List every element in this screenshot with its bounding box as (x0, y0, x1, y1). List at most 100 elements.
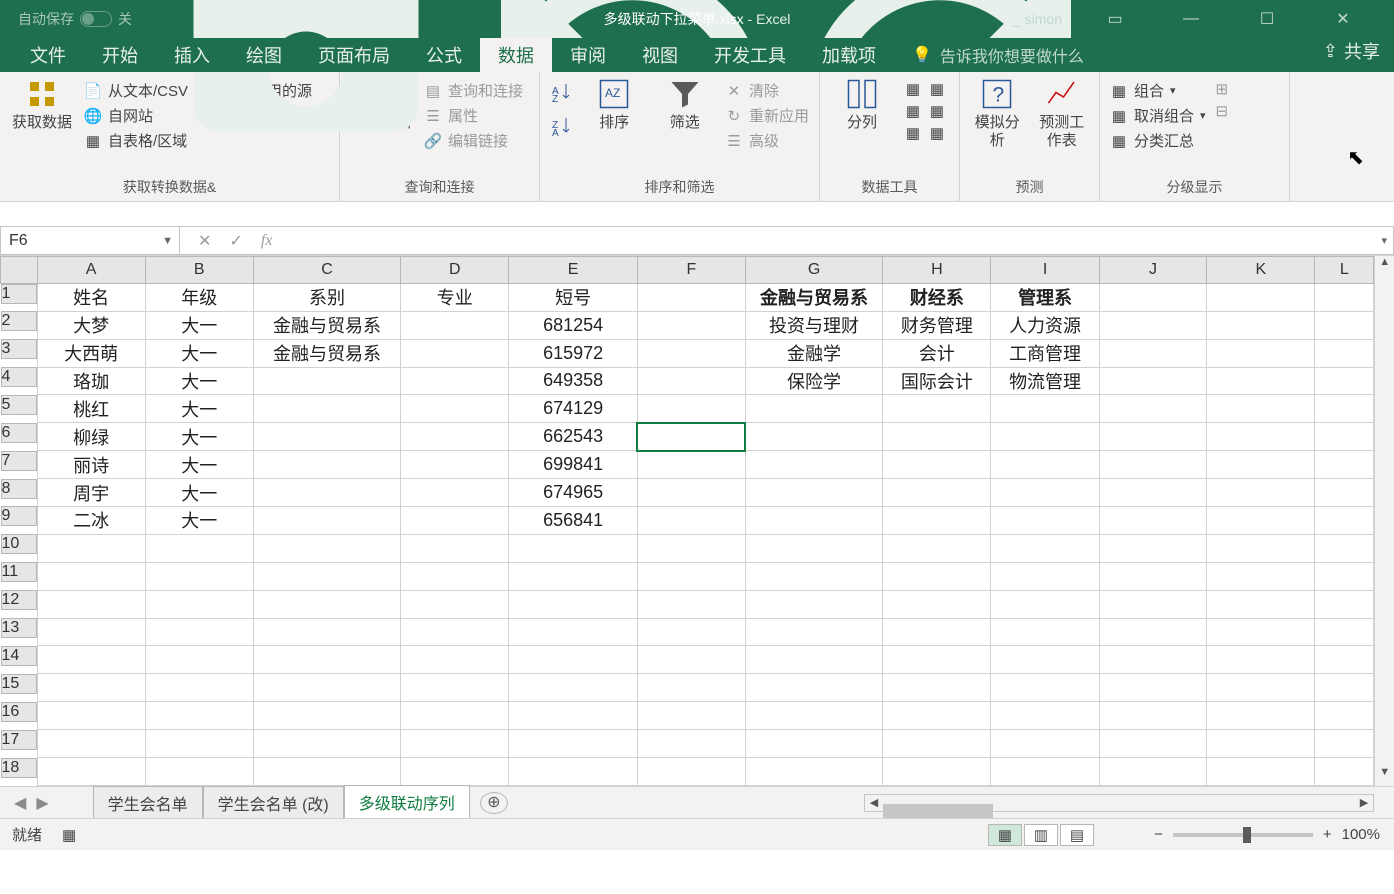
tab-home[interactable]: 开始 (84, 38, 156, 72)
cell-J7[interactable] (1099, 451, 1207, 479)
cell-C16[interactable] (253, 702, 400, 730)
cell-G1[interactable]: 金融与贸易系 (745, 283, 883, 311)
cell-L17[interactable] (1315, 730, 1374, 758)
cell-E17[interactable] (509, 730, 638, 758)
cell-K2[interactable] (1207, 311, 1315, 339)
cell-B11[interactable] (145, 562, 253, 590)
cell-F5[interactable] (637, 395, 745, 423)
cell-L9[interactable] (1315, 506, 1374, 534)
nav-next-icon[interactable]: ▶ (36, 793, 48, 813)
cell-D4[interactable] (401, 367, 509, 395)
cell-J9[interactable] (1099, 506, 1207, 534)
close-icon[interactable]: ✕ (1320, 9, 1366, 29)
cell-J5[interactable] (1099, 395, 1207, 423)
cell-C2[interactable]: 金融与贸易系 (253, 311, 400, 339)
cell-L12[interactable] (1315, 590, 1374, 618)
cell-D12[interactable] (401, 590, 509, 618)
row-header-17[interactable]: 17 (1, 730, 37, 750)
cell-F4[interactable] (637, 367, 745, 395)
cell-H5[interactable] (883, 395, 991, 423)
tab-addins[interactable]: 加载项 (804, 38, 894, 72)
cell-B15[interactable] (145, 674, 253, 702)
cell-D16[interactable] (401, 702, 509, 730)
cell-I4[interactable]: 物流管理 (991, 367, 1099, 395)
cell-H13[interactable] (883, 618, 991, 646)
minimize-icon[interactable]: — (1168, 10, 1214, 28)
cell-A6[interactable]: 柳绿 (37, 423, 145, 451)
formula-input[interactable]: ▾ (290, 226, 1394, 255)
cell-G16[interactable] (745, 702, 883, 730)
tab-insert[interactable]: 插入 (156, 38, 228, 72)
cell-G15[interactable] (745, 674, 883, 702)
cell-K6[interactable] (1207, 423, 1315, 451)
ungroup-button[interactable]: ▦取消组合 ▾ (1110, 105, 1206, 126)
cell-D13[interactable] (401, 618, 509, 646)
cell-B9[interactable]: 大一 (145, 506, 253, 534)
cell-L7[interactable] (1315, 451, 1374, 479)
cell-I12[interactable] (991, 590, 1099, 618)
macro-record-icon[interactable]: ▦ (62, 826, 76, 844)
cells-table[interactable]: ABCDEFGHIJKL1姓名年级系别专业短号金融与贸易系财经系管理系2大梦大一… (0, 256, 1374, 786)
cell-L16[interactable] (1315, 702, 1374, 730)
cell-F11[interactable] (637, 562, 745, 590)
cell-G8[interactable] (745, 479, 883, 507)
cell-G3[interactable]: 金融学 (745, 339, 883, 367)
cell-K16[interactable] (1207, 702, 1315, 730)
cell-C7[interactable] (253, 451, 400, 479)
cell-K17[interactable] (1207, 730, 1315, 758)
row-header-12[interactable]: 12 (1, 590, 37, 610)
cell-E10[interactable] (509, 534, 638, 562)
cell-B3[interactable]: 大一 (145, 339, 253, 367)
normal-view-icon[interactable]: ▦ (988, 824, 1022, 846)
cell-J1[interactable] (1099, 283, 1207, 311)
cell-A1[interactable]: 姓名 (37, 283, 145, 311)
col-header-E[interactable]: E (509, 257, 638, 284)
autosave-toggle[interactable]: 自动保存 关 (18, 9, 132, 29)
cell-B14[interactable] (145, 646, 253, 674)
cell-I17[interactable] (991, 730, 1099, 758)
zoom-in-icon[interactable]: + (1323, 826, 1332, 843)
cell-E15[interactable] (509, 674, 638, 702)
cell-D8[interactable] (401, 479, 509, 507)
cell-F8[interactable] (637, 479, 745, 507)
cell-G6[interactable] (745, 423, 883, 451)
cell-H12[interactable] (883, 590, 991, 618)
cell-H9[interactable] (883, 506, 991, 534)
cell-D17[interactable] (401, 730, 509, 758)
col-header-G[interactable]: G (745, 257, 883, 284)
cell-C6[interactable] (253, 423, 400, 451)
cell-C17[interactable] (253, 730, 400, 758)
col-header-I[interactable]: I (991, 257, 1099, 284)
cell-G4[interactable]: 保险学 (745, 367, 883, 395)
row-header-14[interactable]: 14 (1, 646, 37, 666)
scroll-thumb[interactable] (883, 804, 993, 818)
tab-draw[interactable]: 绘图 (228, 38, 300, 72)
cell-J3[interactable] (1099, 339, 1207, 367)
cell-F3[interactable] (637, 339, 745, 367)
cell-B8[interactable]: 大一 (145, 479, 253, 507)
tab-data[interactable]: 数据 (480, 38, 552, 72)
col-header-L[interactable]: L (1315, 257, 1374, 284)
row-header-1[interactable]: 1 (1, 284, 37, 304)
cell-C8[interactable] (253, 479, 400, 507)
cell-A5[interactable]: 桃红 (37, 395, 145, 423)
cell-B7[interactable]: 大一 (145, 451, 253, 479)
tab-layout[interactable]: 页面布局 (300, 38, 408, 72)
cell-G17[interactable] (745, 730, 883, 758)
scroll-down-icon[interactable]: ▼ (1375, 766, 1394, 786)
row-header-16[interactable]: 16 (1, 702, 37, 722)
cell-I9[interactable] (991, 506, 1099, 534)
cell-H10[interactable] (883, 534, 991, 562)
cell-K1[interactable] (1207, 283, 1315, 311)
page-layout-view-icon[interactable]: ▥ (1024, 824, 1058, 846)
cell-E16[interactable] (509, 702, 638, 730)
cell-C18[interactable] (253, 758, 400, 786)
cell-A16[interactable] (37, 702, 145, 730)
sheet-tab-3[interactable]: 多级联动序列 (344, 785, 470, 820)
cell-F14[interactable] (637, 646, 745, 674)
cell-J8[interactable] (1099, 479, 1207, 507)
cell-B2[interactable]: 大一 (145, 311, 253, 339)
cell-E7[interactable]: 699841 (509, 451, 638, 479)
col-header-H[interactable]: H (883, 257, 991, 284)
col-header-B[interactable]: B (145, 257, 253, 284)
